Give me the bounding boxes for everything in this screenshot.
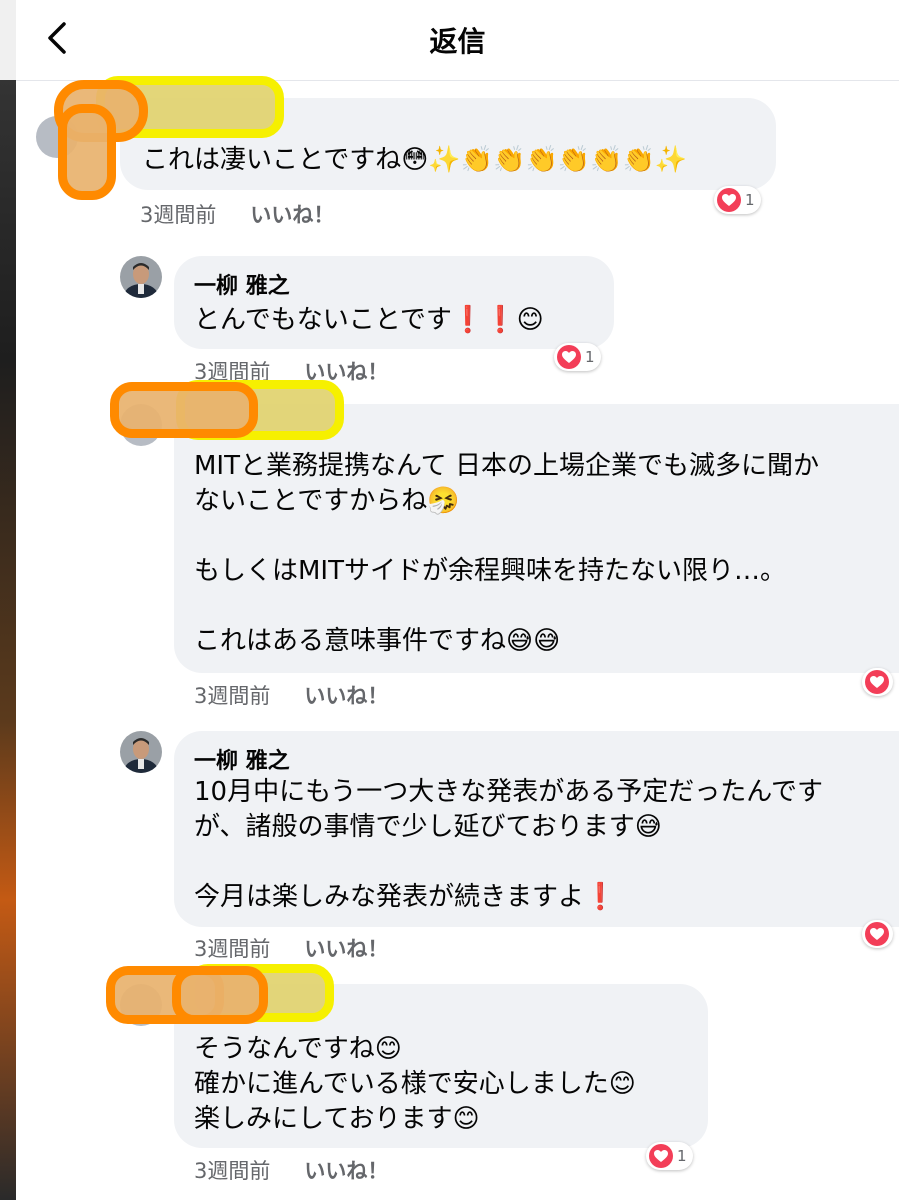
comment-text: そうなんですね😊 確かに進んでいる様で安心しました😊 楽しみにしております😊 [194, 1034, 636, 1134]
heart-icon [717, 188, 741, 212]
heart-icon [557, 345, 581, 369]
reaction-count: 1 [585, 348, 595, 366]
comment-bubble: MITと業務提携なんて 日本の上場企業でも滅多に聞か ないことですからね🤧 もし… [174, 404, 899, 673]
timestamp: 3週間前 [194, 937, 271, 961]
comment-meta: 3週間前 いいね！ [194, 680, 388, 710]
comment-meta: 3週間前 いいね！ [140, 199, 334, 229]
comment-meta: 3週間前 いいね！ [194, 933, 388, 963]
redaction-marker [58, 104, 116, 200]
reaction-count: 1 [745, 191, 755, 209]
reaction-badge[interactable] [862, 920, 893, 948]
like-button[interactable]: いいね！ [304, 1159, 388, 1183]
header-bar: 返信 [16, 0, 899, 81]
comment-text: MITと業務提携なんて 日本の上場企業でも滅多に聞か ないことですからね🤧 もし… [194, 451, 819, 656]
reaction-badge[interactable]: 1 [554, 343, 601, 371]
heart-icon [649, 1144, 673, 1168]
comment-meta: 3週間前 いいね！ [194, 1155, 388, 1185]
timestamp: 3週間前 [194, 684, 271, 708]
avatar[interactable] [120, 256, 162, 298]
redaction-marker [110, 382, 258, 438]
timestamp: 3週間前 [140, 203, 217, 227]
like-button[interactable]: いいね！ [304, 937, 388, 961]
background-app-edge [0, 0, 16, 1200]
replies-sheet: 返信 これは凄いことですね😳✨👏👏👏👏👏👏✨ 3週間前 いいね！ 1 一柳 雅之… [16, 0, 899, 1200]
heart-icon [865, 670, 889, 694]
like-button[interactable]: いいね！ [304, 684, 388, 708]
comment-bubble: 一柳 雅之 とんでもないことです❗❗😊 [174, 256, 614, 349]
reaction-count: 1 [677, 1147, 687, 1165]
author-name[interactable]: 一柳 雅之 [194, 268, 290, 300]
redaction-marker [172, 966, 268, 1024]
comment-text: これは凄いことですね😳✨👏👏👏👏👏👏✨ [142, 145, 688, 175]
reaction-badge[interactable] [862, 668, 893, 696]
reaction-badge[interactable]: 1 [714, 186, 761, 214]
like-button[interactable]: いいね！ [250, 203, 334, 227]
reaction-badge[interactable]: 1 [646, 1142, 693, 1170]
timestamp: 3週間前 [194, 1159, 271, 1183]
avatar[interactable] [120, 731, 162, 773]
author-name[interactable]: 一柳 雅之 [194, 743, 290, 775]
page-title: 返信 [429, 25, 486, 58]
comment-bubble: 一柳 雅之 10月中にもう一つ大きな発表がある予定だったんです が、諸般の事情で… [174, 731, 899, 927]
comment-text: 10月中にもう一つ大きな発表がある予定だったんです が、諸般の事情で少し延びてお… [194, 777, 824, 912]
heart-icon [865, 922, 889, 946]
comment-text: とんでもないことです❗❗😊 [194, 305, 544, 335]
